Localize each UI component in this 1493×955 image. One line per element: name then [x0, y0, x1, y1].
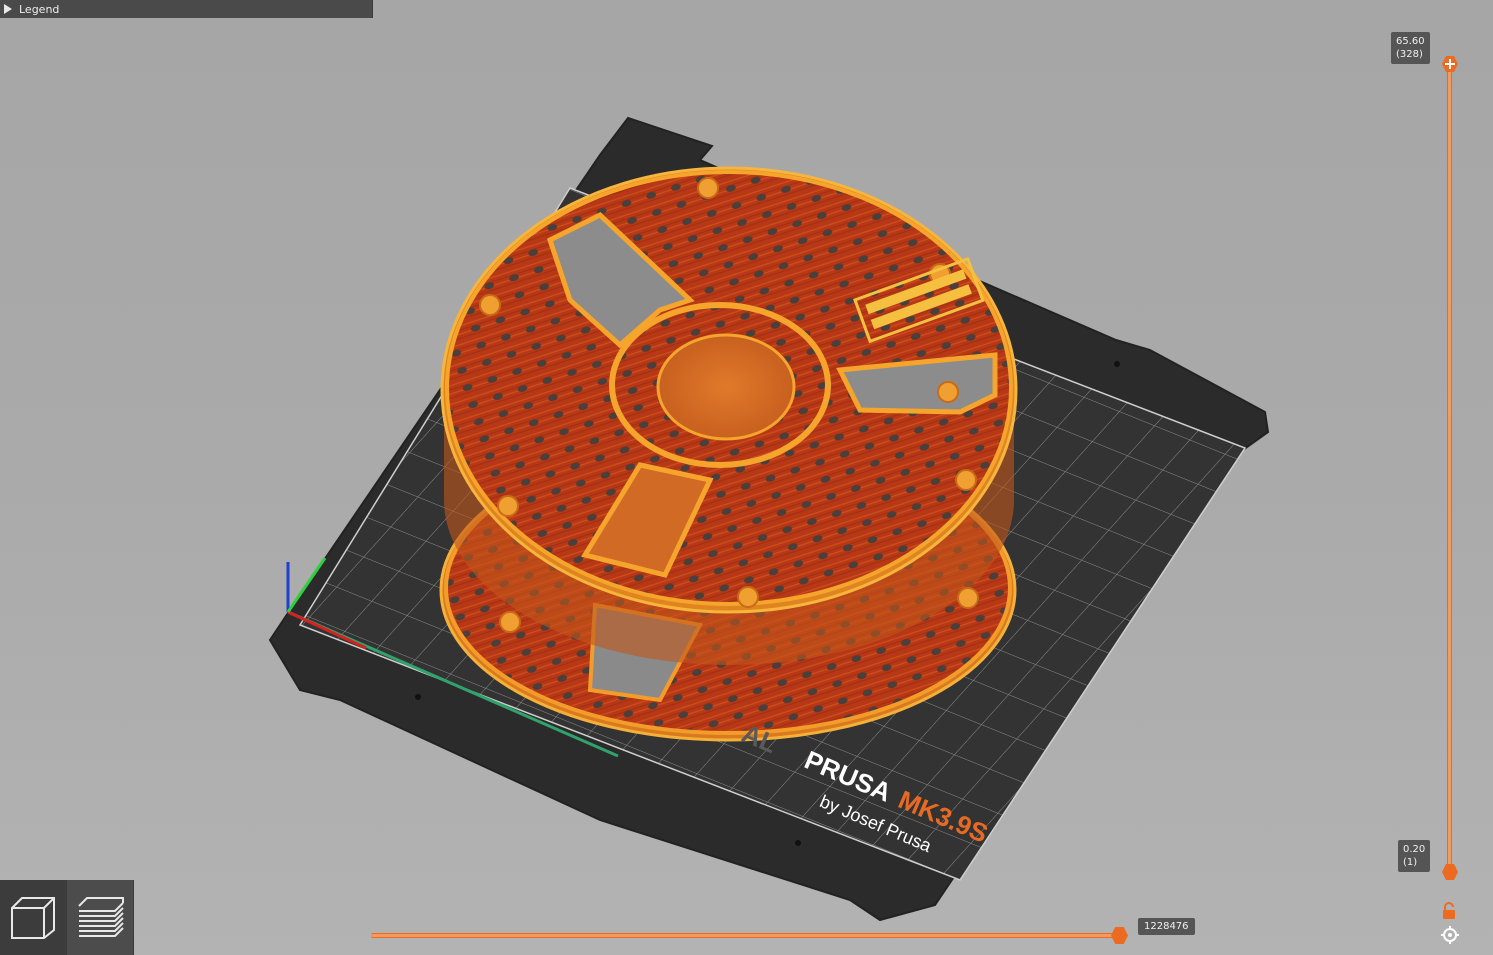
bottom-height-value: 0.20 — [1403, 844, 1426, 855]
top-height-value: 65.60 — [1396, 36, 1425, 47]
3d-view-button[interactable] — [0, 880, 66, 955]
cube-icon — [11, 896, 55, 939]
moves-slider[interactable] — [371, 933, 1121, 938]
top-layer-number: (328) — [1396, 49, 1423, 60]
legend-label: Legend — [19, 2, 60, 16]
bottom-layer-number: (1) — [1403, 857, 1418, 868]
moves-value-label: 1228476 — [1138, 918, 1195, 935]
bottom-layer-label: 0.20 (1) — [1398, 840, 1431, 872]
top-layer-label: 65.60 (328) — [1391, 32, 1430, 64]
preview-button[interactable] — [67, 880, 133, 955]
cog-icon[interactable] — [1441, 926, 1459, 944]
layer-slider[interactable] — [1447, 62, 1452, 872]
3d-viewport[interactable]: AL PRUSA MK3.9S by Josef Prusa — [0, 0, 1493, 955]
unlock-icon[interactable] — [1441, 902, 1457, 920]
legend-toggle[interactable]: Legend — [0, 0, 373, 18]
view-mode-toolbar — [0, 880, 134, 955]
layers-icon — [78, 896, 124, 937]
expand-triangle-icon — [4, 4, 12, 14]
